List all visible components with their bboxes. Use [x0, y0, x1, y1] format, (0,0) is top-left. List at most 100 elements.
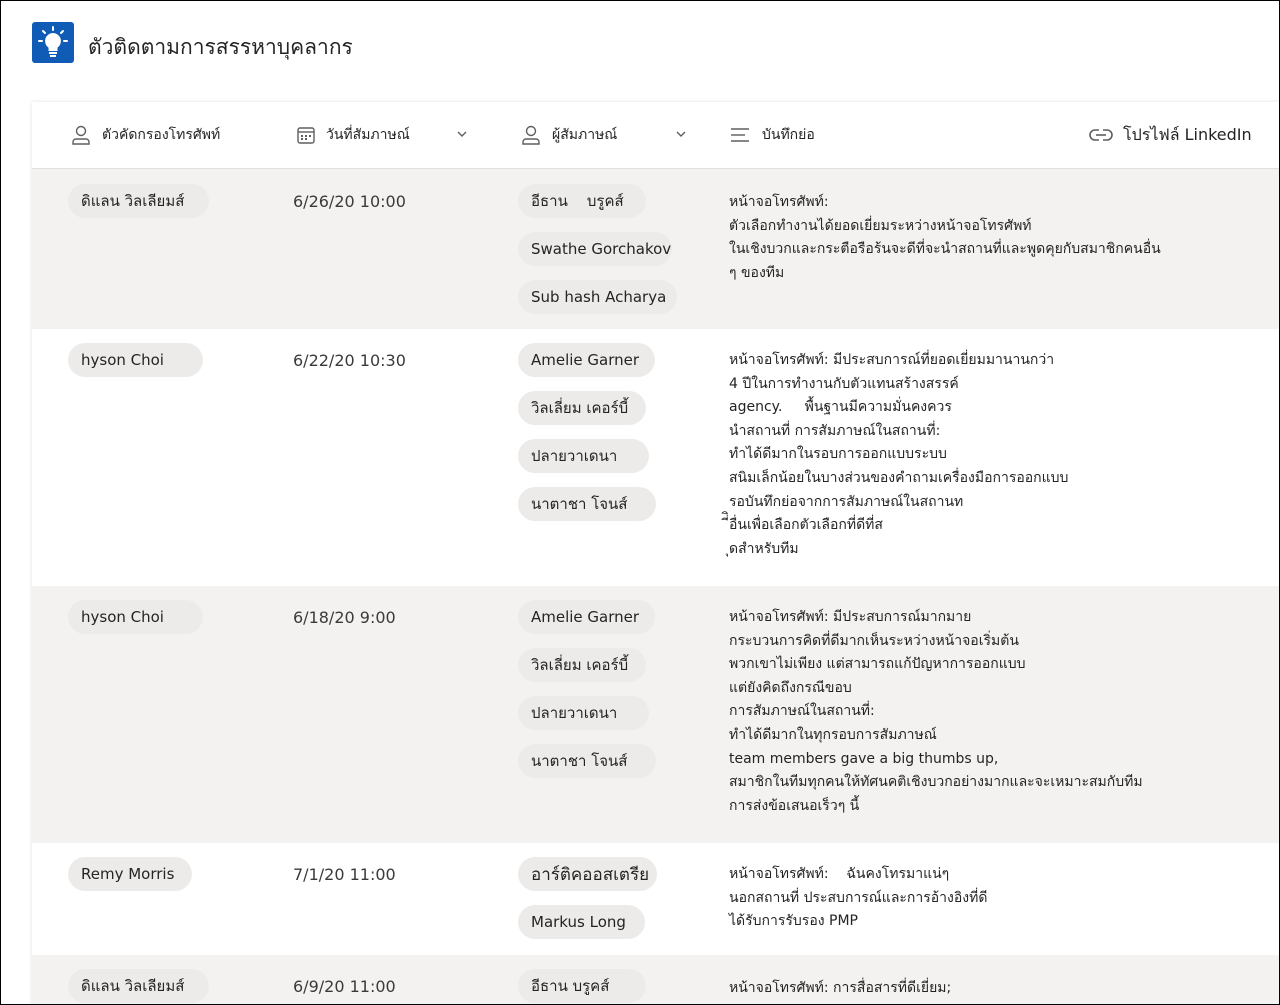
table-row[interactable]: Remy Morris 7/1/20 11:00 อาร์ติคออสเตรีย…: [32, 843, 1279, 955]
interviewer-name: ปลายวาเดนา: [531, 704, 618, 722]
notes-line: ในเชิงบวกและกระตือรือร้นจะดีที่จะนำสถานท…: [729, 241, 1161, 258]
candidate-name: hyson Choi: [81, 351, 164, 369]
interviewer-chip[interactable]: Markus Long: [518, 905, 645, 939]
column-label-linkedin: โปรไฟล์ LinkedIn: [1123, 124, 1252, 144]
candidate-chip[interactable]: hyson Choi: [68, 343, 203, 377]
notes-line: team members gave a big thumbs up,: [729, 750, 999, 767]
notes-line: พวกเขาไม่เพียง แต่สามารถแก้ปัญหาการออกแบ…: [729, 656, 1026, 673]
interviewer-name: วิลเลี่ยม เคอร์บี้: [531, 656, 629, 674]
notes-line: ี่ิอื่นเพื่อเลือกตัวเลือกที่ดีที่ส: [729, 517, 883, 534]
lightbulb-icon: [38, 26, 68, 57]
notes-line: ได้รับการรับรอง PMP: [729, 913, 858, 930]
notes-line: หน้าจอโทรศัพท์: ฉันคงโทรมาแน่ๆ: [729, 866, 950, 882]
notes-line: หน้าจอโทรศัพท์: มีประสบการณ์ที่ยอดเยี่ยม…: [729, 352, 1055, 368]
page-title: ตัวติดตามการสรรหาบุคลากร: [88, 35, 353, 59]
notes-line: หน้าจอโทรศัพท์: มีประสบการณ์มากมาย: [729, 609, 972, 625]
interviewer-chip[interactable]: Sub hash Acharya: [518, 280, 677, 314]
notes-line: กระบวนการคิดที่ดีมากเห็นระหว่างหน้าจอเริ…: [729, 632, 1019, 649]
app-window: ตัวติดตามการสรรหาบุคลากร ตัวคัดกรองโทรศั…: [0, 0, 1280, 1005]
notes-line: ุดสำหรับทีม: [729, 540, 799, 557]
notes-cell: หน้าจอโทรศัพท์: มีประสบการณ์ที่ยอดเยี่ยม…: [729, 349, 1068, 561]
interviewer-name: Amelie Garner: [531, 351, 640, 369]
interviewer-name: Sub hash Acharya: [531, 288, 667, 306]
table-header: ตัวคัดกรองโทรศัพท์ วันที่สัมภาษณ์ ผู้สัม…: [32, 102, 1279, 169]
notes-line: การส่งข้อเสนอเร็วๆ นี้: [729, 797, 860, 814]
column-header-date[interactable]: วันที่สัมภาษณ์: [296, 102, 410, 168]
candidate-name: hyson Choi: [81, 608, 164, 626]
interviewer-name: ปลายวาเดนา: [531, 447, 618, 465]
candidate-chip[interactable]: ดิแลน วิลเลียมส์: [68, 184, 209, 218]
interviewer-chip[interactable]: วิลเลี่ยม เคอร์บี้: [518, 391, 646, 425]
notes-line: agency. พื้นฐานมีความมั่นคงควร: [729, 399, 952, 416]
notes-line: หน้าจอโทรศัพท์: การสื่อสารที่ดีเยี่ยม;: [729, 980, 952, 996]
app-logo: [32, 22, 74, 63]
notes-line: สนิมเล็กน้อยในบางส่วนของคำถามเครื่องมือก…: [729, 469, 1069, 486]
candidate-chip[interactable]: Remy Morris: [68, 857, 192, 891]
chevron-down-icon[interactable]: [675, 128, 687, 140]
notes-cell: หน้าจอโทรศัพท์: การสื่อสารที่ดีเยี่ยม;: [729, 977, 951, 1001]
column-label-notes: บันทึกย่อ: [762, 127, 815, 143]
notes-cell: หน้าจอโทรศัพท์: ตัวเลือกทำงานได้ยอดเยี่ย…: [729, 191, 1161, 285]
interviewer-name: อาร์ติคออสเตรีย: [531, 864, 650, 885]
interviewer-name: อีธาน บรูคส์: [531, 977, 610, 995]
person-icon: [522, 125, 540, 145]
column-header-linkedin[interactable]: โปรไฟล์ LinkedIn: [1089, 102, 1252, 168]
column-header-interviewer[interactable]: ผู้สัมภาษณ์: [520, 102, 617, 168]
interview-date: 6/9/20 11:00: [293, 977, 396, 996]
interviewer-name: นาตาชา โจนส์: [531, 752, 628, 770]
notes-line: ตัวเลือกทำงานได้ยอดเยี่ยมระหว่างหน้าจอโท…: [729, 217, 1032, 234]
interviewer-chip[interactable]: วิลเลี่ยม เคอร์บี้: [518, 648, 646, 682]
interviewer-name: Amelie Garner: [531, 608, 640, 626]
interviewer-name: วิลเลี่ยม เคอร์บี้: [531, 399, 629, 417]
interviewer-chip[interactable]: Swathe Gorchakov: [518, 232, 672, 266]
candidate-name: ดิแลน วิลเลียมส์: [81, 192, 185, 210]
table-row[interactable]: ดิแลน วิลเลียมส์ 6/26/20 10:00 อีธาน บรู…: [32, 169, 1279, 329]
candidate-name: Remy Morris: [81, 865, 175, 883]
interviewer-name: นาตาชา โจนส์: [531, 495, 628, 513]
notes-line: นำสถานที่ การสัมภาษณ์ในสถานที่:: [729, 422, 941, 439]
interviewer-chip[interactable]: Amelie Garner: [518, 600, 655, 634]
notes-cell: หน้าจอโทรศัพท์: ฉันคงโทรมาแน่ๆ นอกสถานที…: [729, 863, 987, 934]
interviewer-chip[interactable]: นาตาชา โจนส์: [518, 744, 656, 778]
column-label-interviewer: ผู้สัมภาษณ์: [552, 127, 618, 143]
text-lines-icon: [731, 128, 749, 142]
notes-line: การสัมภาษณ์ในสถานที่:: [729, 703, 875, 720]
notes-cell: หน้าจอโทรศัพท์: มีประสบการณ์มากมาย กระบว…: [729, 606, 1143, 818]
notes-line: รอบันทึกย่อจากการสัมภาษณ์ในสถานท: [729, 493, 964, 510]
column-header-notes[interactable]: บันทึกย่อ: [730, 102, 815, 168]
interviewer-chip[interactable]: Amelie Garner: [518, 343, 655, 377]
column-label-date: วันที่สัมภาษณ์: [326, 127, 410, 143]
notes-line: 4 ปีในการทำงานกับตัวแทนสร้างสรรค์: [729, 375, 959, 392]
interviewer-chip[interactable]: อาร์ติคออสเตรีย: [518, 857, 657, 891]
column-label-candidate: ตัวคัดกรองโทรศัพท์: [102, 127, 221, 143]
interviewer-chip[interactable]: อีธาน บรูคส์: [518, 184, 646, 218]
interviewer-name: อีธาน บรูคส์: [531, 192, 624, 210]
link-icon: [1089, 129, 1113, 141]
interview-date: 6/26/20 10:00: [293, 192, 406, 211]
interviewer-chip[interactable]: อีธาน บรูคส์: [518, 969, 646, 1003]
candidate-chip[interactable]: ดิแลน วิลเลียมส์: [68, 969, 209, 1003]
notes-line: แต่ยังคิดถึงกรณีขอบ: [729, 679, 852, 696]
candidate-chip[interactable]: hyson Choi: [68, 600, 203, 634]
interviewer-name: Markus Long: [531, 913, 626, 931]
interviewer-chip[interactable]: นาตาชา โจนส์: [518, 487, 656, 521]
interviewer-name: Swathe Gorchakov: [531, 240, 672, 258]
notes-line: ทำได้ดีมากในรอบการออกแบบระบบ: [729, 446, 947, 463]
candidate-name: ดิแลน วิลเลียมส์: [81, 977, 185, 995]
table-row[interactable]: ดิแลน วิลเลียมส์ 6/9/20 11:00 อีธาน บรูค…: [32, 955, 1279, 1004]
notes-line: นอกสถานที่ ประสบการณ์และการอ้างอิงที่ดี: [729, 889, 988, 906]
chevron-down-icon[interactable]: [456, 128, 468, 140]
interview-date: 7/1/20 11:00: [293, 865, 396, 884]
interviewer-chip[interactable]: ปลายวาเดนา: [518, 439, 649, 473]
calendar-icon: [297, 127, 315, 144]
person-icon: [72, 125, 90, 145]
table-row[interactable]: hyson Choi 6/18/20 9:00 Amelie Garner วิ…: [32, 586, 1279, 843]
notes-line: ๆ ของทีม: [729, 264, 785, 281]
interview-date: 6/18/20 9:00: [293, 608, 396, 627]
data-table: ตัวคัดกรองโทรศัพท์ วันที่สัมภาษณ์ ผู้สัม…: [32, 102, 1279, 1004]
interview-date: 6/22/20 10:30: [293, 351, 406, 370]
interviewer-chip[interactable]: ปลายวาเดนา: [518, 696, 649, 730]
notes-line: ทำได้ดีมากในทุกรอบการสัมภาษณ์: [729, 726, 937, 743]
column-header-candidate[interactable]: ตัวคัดกรองโทรศัพท์: [70, 102, 220, 168]
table-row[interactable]: hyson Choi 6/22/20 10:30 Amelie Garner ว…: [32, 329, 1279, 586]
